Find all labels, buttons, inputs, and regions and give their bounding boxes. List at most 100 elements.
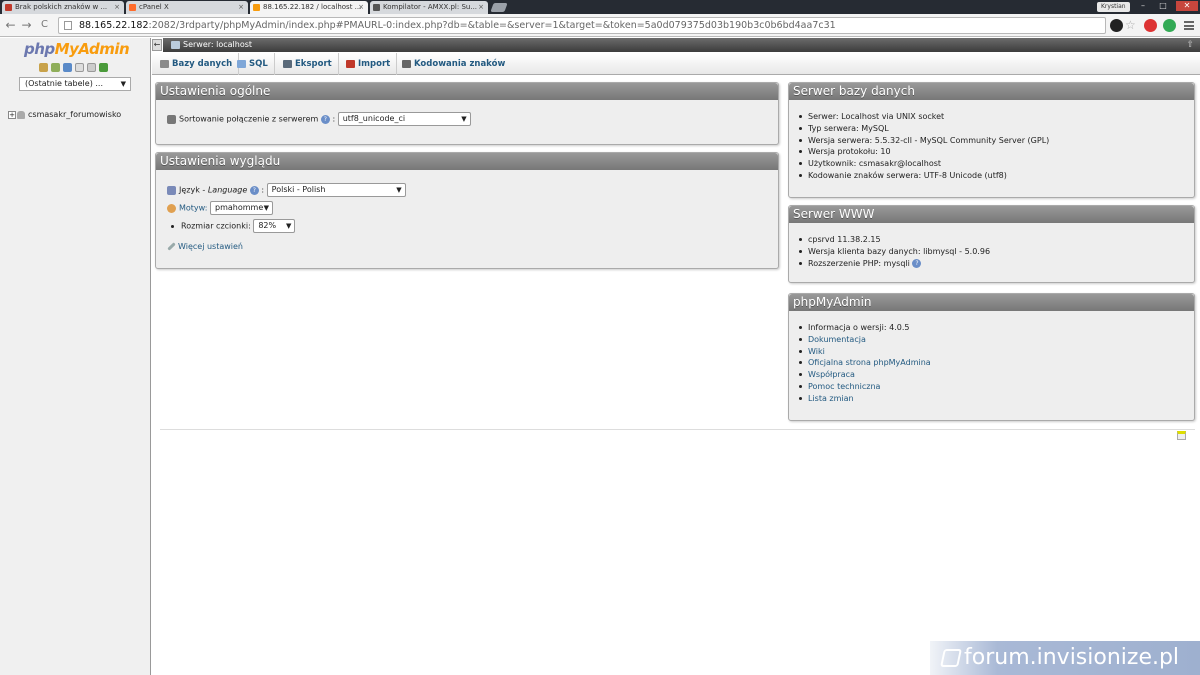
collation-label: Sortowanie połączenie z serwerem — [179, 114, 319, 124]
tab-label: Kodowania znaków — [414, 59, 506, 69]
forward-button[interactable]: → — [20, 18, 33, 32]
font-size-select[interactable]: 82% ▼ — [253, 219, 296, 233]
url-path: :2082/3rdparty/phpMyAdmin/index.php#PMAU… — [148, 20, 836, 31]
tab-close-icon[interactable]: × — [114, 3, 120, 11]
browser-toolbar: ← → C 88.165.22.182:2082/3rdparty/phpMyA… — [0, 14, 1200, 37]
changelog-link[interactable]: Lista zmian — [808, 394, 854, 403]
home-icon[interactable] — [39, 63, 48, 72]
panel-title: Serwer WWW — [789, 206, 1194, 223]
more-settings-link[interactable]: Więcej ustawień — [178, 242, 243, 251]
web-server-info: cpsrvd 11.38.2.15 Wersja klienta bazy da… — [799, 234, 990, 269]
tab-favicon-icon — [129, 4, 136, 11]
scroll-top-icon[interactable]: ⇧ — [1186, 38, 1194, 52]
contribute-link[interactable]: Współpraca — [808, 370, 855, 379]
browser-tab-3[interactable]: 88.165.22.182 / localhost ... × — [250, 1, 368, 14]
tab-close-icon[interactable]: × — [478, 3, 484, 11]
collapse-sidebar-button[interactable]: ← — [152, 39, 162, 51]
expand-icon[interactable]: + — [8, 110, 16, 119]
theme-link[interactable]: Motyw: — [179, 204, 207, 213]
watermark: forum.invisionize.pl — [930, 641, 1200, 675]
tab-label: SQL — [249, 59, 268, 69]
tab-label: Eksport — [295, 59, 332, 69]
documentation-icon[interactable] — [75, 63, 84, 72]
list-item: Współpraca — [799, 369, 931, 381]
server-breadcrumb-label[interactable]: Serwer: localhost — [183, 40, 252, 49]
query-window-icon[interactable] — [63, 63, 72, 72]
tab-favicon-icon — [373, 4, 380, 11]
list-item: Oficjalna strona phpMyAdmina — [799, 357, 931, 369]
browser-tab-2[interactable]: cPanel X × — [126, 1, 248, 14]
left-navigation: phpMyAdmin (Ostatnie tabele) ... ▼ + csma… — [0, 38, 151, 675]
list-item: Rozszerzenie PHP: mysqli ? — [799, 258, 990, 270]
chevron-down-icon: ▼ — [263, 204, 270, 212]
font-size-label: Rozmiar czcionki: — [181, 221, 251, 231]
theme-icon — [167, 203, 176, 213]
chevron-down-icon: ▼ — [120, 80, 126, 88]
settings-icon[interactable] — [87, 63, 96, 72]
tab-close-icon[interactable]: × — [238, 3, 244, 11]
help-icon[interactable]: ? — [912, 258, 922, 268]
browser-tab-1[interactable]: Brak polskich znaków w ... × — [2, 1, 124, 14]
language-select[interactable]: Polski - Polish ▼ — [266, 183, 406, 197]
general-settings-panel: Ustawienia ogólne Sortowanie połączenie … — [155, 82, 779, 145]
collation-select[interactable]: utf8_unicode_ci ▼ — [337, 112, 471, 126]
address-bar[interactable]: 88.165.22.182:2082/3rdparty/phpMyAdmin/i… — [58, 17, 1106, 34]
language-value: Polski - Polish — [271, 185, 326, 194]
tab-export[interactable]: Eksport — [279, 53, 339, 75]
list-item: Lista zmian — [799, 393, 931, 405]
logout-icon[interactable] — [51, 63, 60, 72]
database-item[interactable]: + csmasakr_forumowisko — [8, 110, 121, 119]
watermark-text: forum.invisionize.pl — [964, 645, 1180, 670]
reload-button[interactable]: C — [38, 18, 51, 32]
panel-title: Serwer bazy danych — [789, 83, 1194, 100]
homepage-link[interactable]: Oficjalna strona phpMyAdmina — [808, 358, 931, 367]
support-link[interactable]: Pomoc techniczna — [808, 382, 880, 391]
tab-title: cPanel X — [139, 3, 169, 11]
tab-charsets[interactable]: Kodowania znaków — [398, 53, 511, 75]
main-tabs: Bazy danych SQL Eksport Import Kodowania… — [152, 53, 1200, 75]
back-button[interactable]: ← — [4, 18, 17, 32]
help-icon[interactable]: ? — [249, 185, 259, 195]
database-icon — [17, 110, 25, 119]
browser-user-badge[interactable]: Krystian — [1097, 2, 1130, 12]
extension-loading-icon[interactable] — [1110, 19, 1123, 32]
language-label: Język - — [179, 185, 208, 195]
import-icon — [346, 60, 355, 68]
panel-title: Ustawienia wyglądu — [156, 153, 778, 170]
tab-close-icon[interactable]: × — [358, 3, 364, 11]
extension-green-icon[interactable] — [1163, 19, 1176, 32]
font-size-row: Rozmiar czcionki: 82% ▼ — [171, 219, 296, 233]
window-minimize-button[interactable]: – — [1134, 1, 1152, 11]
server-icon — [171, 40, 180, 49]
theme-value: pmahomme — [215, 203, 264, 212]
tab-databases[interactable]: Bazy danych — [156, 53, 240, 75]
separator: : — [261, 185, 265, 195]
web-server-panel: Serwer WWW cpsrvd 11.38.2.15 Wersja klie… — [788, 205, 1195, 283]
browser-menu-icon[interactable] — [1184, 21, 1194, 30]
browser-tab-4[interactable]: Kompilator - AMXX.pl: Su... × — [370, 1, 488, 14]
chevron-down-icon: ▼ — [285, 222, 292, 230]
phpmyadmin-logo[interactable]: phpMyAdmin — [24, 40, 130, 58]
new-tab-button[interactable] — [490, 3, 508, 12]
help-icon[interactable]: ? — [320, 114, 330, 124]
theme-select[interactable]: pmahomme ▼ — [210, 201, 274, 215]
language-label-en: Language — [207, 185, 248, 195]
console-icon[interactable] — [1177, 431, 1186, 440]
collation-value: utf8_unicode_ci — [342, 114, 406, 123]
database-name[interactable]: csmasakr_forumowisko — [28, 110, 121, 119]
extension-adblock-icon[interactable] — [1144, 19, 1157, 32]
recent-tables-select[interactable]: (Ostatnie tabele) ... ▼ — [19, 77, 131, 91]
chevron-down-icon: ▼ — [396, 186, 402, 194]
reload-nav-icon[interactable] — [99, 63, 108, 72]
tab-title: 88.165.22.182 / localhost ... — [263, 3, 362, 11]
list-item: Wersja serwera: 5.5.32-cll - MySQL Commu… — [799, 135, 1049, 147]
documentation-link[interactable]: Dokumentacja — [808, 335, 866, 344]
tab-label: Import — [358, 59, 391, 69]
tab-sql[interactable]: SQL — [233, 53, 275, 75]
bookmark-star-icon[interactable]: ☆ — [1125, 18, 1136, 32]
window-close-button[interactable]: ✕ — [1176, 1, 1198, 11]
list-item: Wersja protokołu: 10 — [799, 146, 1049, 158]
tab-import[interactable]: Import — [342, 53, 398, 75]
window-maximize-button[interactable]: □ — [1154, 1, 1172, 11]
wiki-link[interactable]: Wiki — [808, 347, 825, 356]
